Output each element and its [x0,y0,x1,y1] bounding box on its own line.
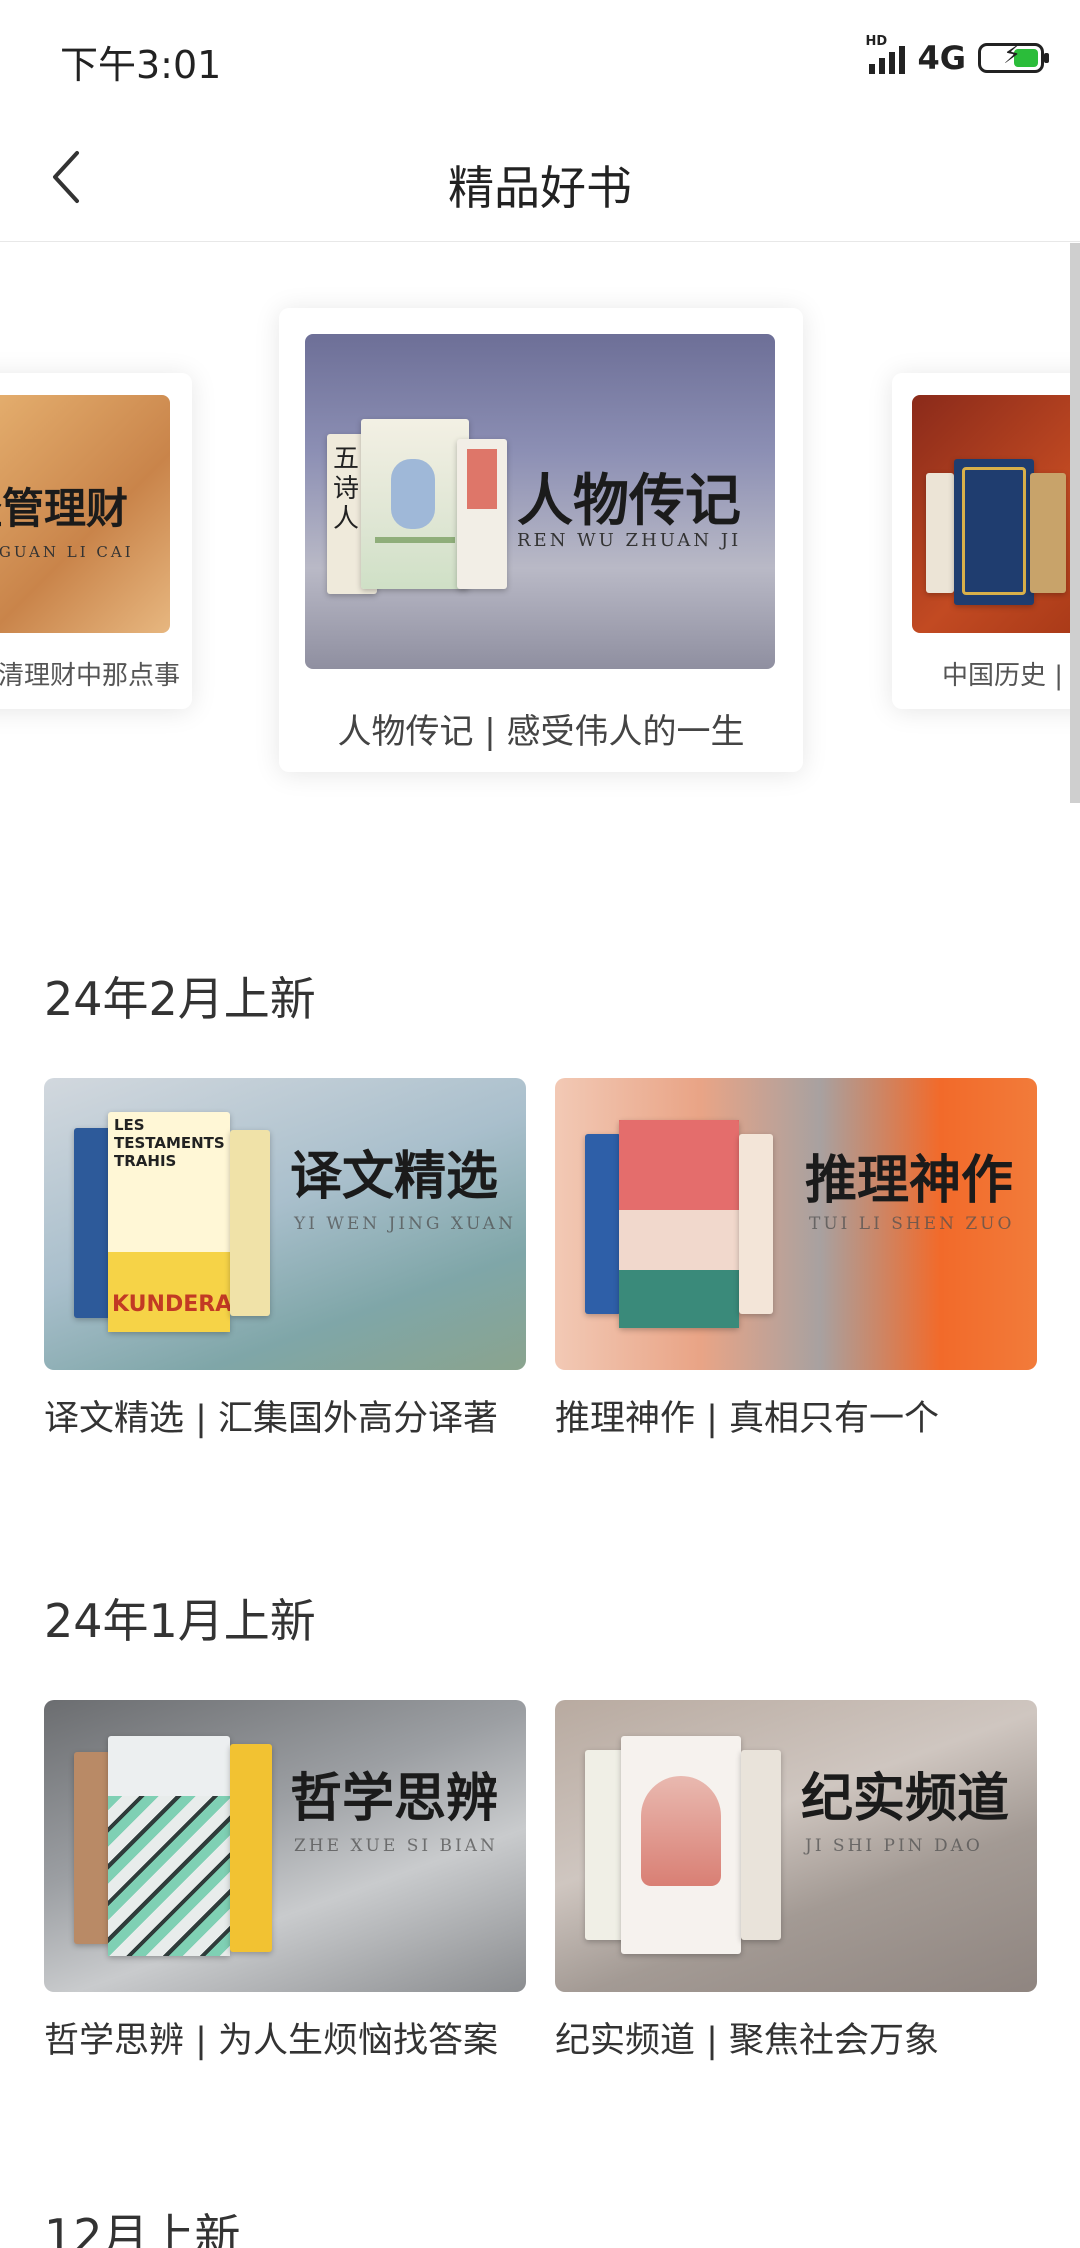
carousel-card-biography[interactable]: 五诗人 人物传记 REN WU ZHUAN JI 人物传记 | 感受伟人的一生 [279,308,803,772]
tile-cover-image: 纪实频道 JI SHI PIN DAO [555,1700,1037,1992]
hd-label: HD [865,34,888,49]
carousel-caption: 中国历史 | 读 [942,661,1080,691]
section-heading: 12月上新 [44,2209,241,2248]
cover-pinyin: NG GUAN LI CAI [0,543,134,561]
cover-title: 纪实频道 [801,1768,1010,1829]
section-heading: 24年1月上新 [44,1594,316,1648]
tile-caption: 纪实频道 | 聚焦社会万象 [555,2021,940,2061]
book-cover [1030,473,1066,593]
book-cover [954,459,1034,605]
cover-pinyin: ZHE XUE SI BIAN [294,1836,498,1856]
page-title: 精品好书 [448,161,632,215]
cover-title: 人物传记 [517,468,741,534]
carousel-card-history[interactable]: 中 Z 中国历史 | 读 [892,373,1080,709]
cover-title: 哲学思辨 [290,1768,499,1829]
carousel-caption: 清理财中那点事 [0,661,180,691]
network-type: 4G [917,39,966,77]
nav-bar: 精品好书 [0,112,1080,242]
carousel-caption: 人物传记 | 感受伟人的一生 [337,712,745,752]
book-cover [361,419,469,589]
tile-cover-image: 哲学思辨 ZHE XUE SI BIAN [44,1700,526,1992]
carousel-cover-image: 中 Z [912,395,1080,633]
carousel-cover-image: 经管理财 NG GUAN LI CAI [0,395,170,633]
carousel-cover-image: 五诗人 人物传记 REN WU ZHUAN JI [305,334,775,669]
tile-cover-image: 推理神作 TUI LI SHEN ZUO [555,1078,1037,1370]
book-cover [457,439,507,589]
book-list-tile-mystery[interactable]: 推理神作 TUI LI SHEN ZUO 推理神作 | 真相只有一个 [555,1078,1037,1447]
section-heading: 24年2月上新 [44,972,316,1026]
cover-pinyin: YI WEN JING XUAN [294,1214,516,1234]
signal-icon: HD [865,34,906,74]
cover-pinyin: TUI LI SHEN ZUO [809,1214,1015,1234]
book-list-tile-translated[interactable]: LES TESTAMENTS TRAHIS KUNDERA 译文精选 YI WEN … [44,1078,526,1447]
book-list-tile-documentary[interactable]: 纪实频道 JI SHI PIN DAO 纪实频道 | 聚焦社会万象 [555,1700,1037,2069]
battery-icon: ⚡ [978,42,1049,73]
status-icons: HD 4G ⚡ [865,34,1049,78]
cover-title: 译文精选 [290,1146,499,1207]
book-list-tile-philosophy[interactable]: 哲学思辨 ZHE XUE SI BIAN 哲学思辨 | 为人生烦恼找答案 [44,1700,526,2069]
cover-pinyin: REN WU ZHUAN JI [517,530,742,551]
scrollbar[interactable] [1070,243,1080,803]
cover-pinyin: JI SHI PIN DAO [805,1836,983,1856]
cover-title: 推理神作 [805,1150,1014,1211]
status-bar: 下午3:01 HD 4G ⚡ [0,0,1080,112]
tile-caption: 推理神作 | 真相只有一个 [555,1399,940,1439]
tile-cover-image: LES TESTAMENTS TRAHIS KUNDERA 译文精选 YI WEN … [44,1078,526,1370]
tile-caption: 哲学思辨 | 为人生烦恼找答案 [44,2021,499,2061]
featured-carousel[interactable]: 经管理财 NG GUAN LI CAI 清理财中那点事 五诗人 人物传记 REN… [0,243,1080,833]
cover-title: 经管理财 [0,484,129,533]
tile-caption: 译文精选 | 汇集国外高分译著 [44,1399,499,1439]
status-time: 下午3:01 [60,43,222,87]
carousel-card-finance[interactable]: 经管理财 NG GUAN LI CAI 清理财中那点事 [0,373,192,709]
book-cover [926,473,954,593]
